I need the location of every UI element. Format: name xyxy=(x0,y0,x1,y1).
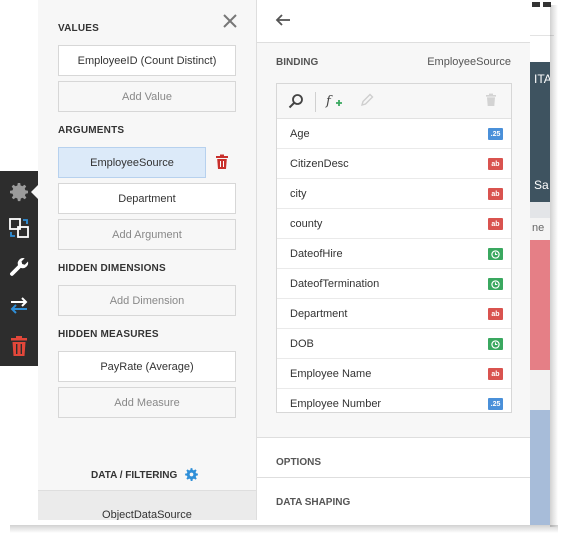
data-shaping-label: DATA SHAPING xyxy=(276,497,351,508)
string-type-icon: ab xyxy=(488,368,503,380)
add-dimension-button[interactable]: Add Dimension xyxy=(58,285,236,316)
dashboard-row: ne xyxy=(530,218,550,240)
field-row[interactable]: city ab xyxy=(277,179,511,209)
string-type-icon: ab xyxy=(488,158,503,170)
field-name: DateofTermination xyxy=(290,278,380,290)
date-type-icon xyxy=(488,338,503,350)
field-row[interactable]: DateofTermination xyxy=(277,269,511,299)
number-type-icon: .25 xyxy=(488,128,503,140)
field-row[interactable]: Employee Number .25 xyxy=(277,389,511,412)
field-list-toolbar: f xyxy=(277,84,511,119)
toolbar-options-button[interactable] xyxy=(0,248,38,286)
interactivity-arrows-icon xyxy=(8,294,30,316)
field-name: city xyxy=(290,188,307,200)
remove-argument-trash-icon[interactable] xyxy=(215,154,229,170)
gear-icon xyxy=(7,180,31,204)
argument-item-selected[interactable]: EmployeeSource xyxy=(58,147,206,178)
field-row[interactable]: DOB xyxy=(277,329,511,359)
field-row[interactable]: Department ab xyxy=(277,299,511,329)
toolbar-convert-button[interactable] xyxy=(0,209,38,247)
hidden-measure-item[interactable]: PayRate (Average) xyxy=(58,351,236,382)
item-toolbar xyxy=(0,171,39,366)
field-row[interactable]: DateofHire xyxy=(277,239,511,269)
dashboard-chart-bar xyxy=(530,240,550,370)
back-arrow-icon[interactable] xyxy=(275,12,291,28)
datasource-item[interactable]: ObjectDataSource xyxy=(38,490,256,520)
value-item[interactable]: EmployeeID (Count Distinct) xyxy=(58,45,236,76)
add-calculated-field-icon[interactable]: f xyxy=(325,93,343,109)
datasource-name: ObjectDataSource xyxy=(102,509,192,520)
field-name: Department xyxy=(290,308,348,320)
toolbar-interactivity-button[interactable] xyxy=(0,286,38,324)
field-row[interactable]: county ab xyxy=(277,209,511,239)
panel-shadow xyxy=(550,5,558,527)
dashboard-divider xyxy=(530,202,550,218)
options-label: OPTIONS xyxy=(276,457,322,468)
panel-shadow xyxy=(10,525,558,533)
delete-trash-icon xyxy=(9,335,29,357)
string-type-icon: ab xyxy=(488,308,503,320)
search-icon[interactable] xyxy=(288,93,304,109)
string-type-icon: ab xyxy=(488,188,503,200)
add-value-button[interactable]: Add Value xyxy=(58,81,236,112)
toolbar-separator xyxy=(315,92,316,112)
data-filtering-gear-icon[interactable] xyxy=(183,466,200,483)
hidden-dimensions-title: HIDDEN DIMENSIONS xyxy=(58,263,166,274)
binding-pane: BINDING EmployeeSource f Age .25 Citizen… xyxy=(257,0,530,520)
binding-section: BINDING EmployeeSource f Age .25 Citizen… xyxy=(257,43,530,437)
add-measure-button[interactable]: Add Measure xyxy=(58,387,236,418)
delete-field-trash-icon[interactable] xyxy=(485,93,497,107)
field-name: Employee Name xyxy=(290,368,372,380)
data-shaping-section-header[interactable]: DATA SHAPING xyxy=(257,477,530,517)
field-list: f Age .25 CitizenDesc ab city ab county ab Dateo… xyxy=(276,83,512,413)
svg-text:f: f xyxy=(325,94,333,109)
field-row[interactable]: CitizenDesc ab xyxy=(277,149,511,179)
wrench-icon xyxy=(8,256,30,278)
date-type-icon xyxy=(488,248,503,260)
field-name: county xyxy=(290,218,323,230)
hidden-measures-title: HIDDEN MEASURES xyxy=(58,329,159,340)
dashboard-divider xyxy=(530,370,550,410)
field-name: CitizenDesc xyxy=(290,158,349,170)
data-items-pane: VALUES EmployeeID (Count Distinct) Add V… xyxy=(38,0,257,520)
add-argument-button[interactable]: Add Argument xyxy=(58,219,236,250)
arguments-section-title: ARGUMENTS xyxy=(58,125,125,136)
string-type-icon: ab xyxy=(488,218,503,230)
close-icon[interactable] xyxy=(221,12,239,30)
dashboard-chart-bar xyxy=(530,410,550,525)
dashboard-dark-card: ITA Sa xyxy=(530,62,552,202)
options-section-header[interactable]: OPTIONS xyxy=(257,437,530,477)
background-text: Sa xyxy=(534,178,549,192)
argument-item[interactable]: Department xyxy=(58,183,236,214)
background-text: ne xyxy=(532,222,545,234)
data-filtering-title: DATA / FILTERING xyxy=(91,470,178,481)
field-row[interactable]: Age .25 xyxy=(277,119,511,149)
field-name: Employee Number xyxy=(290,398,382,410)
binding-title: BINDING xyxy=(276,57,319,68)
field-row[interactable]: Employee Name ab xyxy=(277,359,511,389)
field-name: DateofHire xyxy=(290,248,343,260)
edit-pencil-icon[interactable] xyxy=(360,93,374,107)
field-name: DOB xyxy=(290,338,314,350)
field-name: Age xyxy=(290,128,310,140)
toolbar-delete-button[interactable] xyxy=(0,327,38,365)
date-type-icon xyxy=(488,278,503,290)
values-section-title: VALUES xyxy=(58,23,100,34)
convert-to-icon xyxy=(8,217,30,239)
binding-current-field: EmployeeSource xyxy=(427,56,511,68)
number-type-icon: .25 xyxy=(488,398,503,410)
